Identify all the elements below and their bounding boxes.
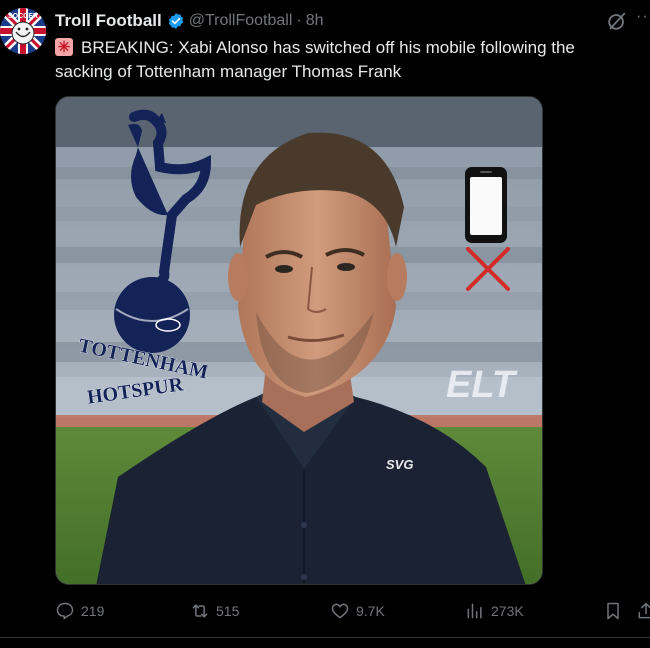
tweet-body: BREAKING: Xabi Alonso has switched off h…: [55, 38, 575, 81]
repost-count: 515: [216, 603, 240, 619]
mobile-phone-icon: [465, 167, 507, 243]
tweet-text: BREAKING: Xabi Alonso has switched off h…: [55, 36, 625, 84]
shirt-logo: SVG: [386, 457, 413, 472]
like-button[interactable]: 9.7K: [330, 598, 385, 624]
action-bar: 219 515 9.7K 273K: [55, 598, 650, 624]
verified-badge-icon: [168, 13, 183, 29]
like-count: 9.7K: [356, 603, 385, 619]
bookmark-button[interactable]: [603, 598, 629, 624]
tweet[interactable]: SOCCER Troll Football @TrollFootball · 8…: [0, 0, 650, 648]
tweet-header: Troll Football @TrollFootball · 8h: [55, 9, 324, 33]
reply-icon: [56, 602, 74, 620]
repost-icon: [192, 604, 208, 618]
share-button[interactable]: [636, 598, 650, 624]
troll-football-logo: SOCCER: [0, 8, 46, 54]
author-name[interactable]: Troll Football: [55, 11, 162, 31]
tweet-image[interactable]: ELT SVG TOTTENHAM HOTSPUR: [55, 96, 543, 585]
timestamp[interactable]: 8h: [306, 12, 324, 30]
author-avatar[interactable]: SOCCER: [0, 8, 46, 54]
views-chart-icon: [467, 603, 482, 619]
reply-count: 219: [81, 603, 105, 619]
bookmark-icon: [607, 602, 619, 620]
share-icon: [638, 602, 650, 619]
views-button[interactable]: 273K: [465, 598, 524, 624]
heart-icon: [331, 603, 349, 619]
repost-button[interactable]: 515: [190, 598, 239, 624]
grok-icon[interactable]: [606, 10, 628, 32]
siren-icon: [55, 38, 73, 56]
reply-button[interactable]: 219: [55, 598, 104, 624]
avatar-text: SOCCER: [8, 13, 38, 20]
image-canvas: ELT SVG TOTTENHAM HOTSPUR: [56, 97, 542, 584]
views-count: 273K: [491, 603, 524, 619]
svg-text:ELT: ELT: [446, 364, 518, 406]
more-options-icon[interactable]: ··: [636, 8, 649, 26]
tweet-divider: [0, 637, 650, 638]
author-handle[interactable]: @TrollFootball: [189, 12, 293, 30]
separator-dot: ·: [296, 12, 302, 29]
